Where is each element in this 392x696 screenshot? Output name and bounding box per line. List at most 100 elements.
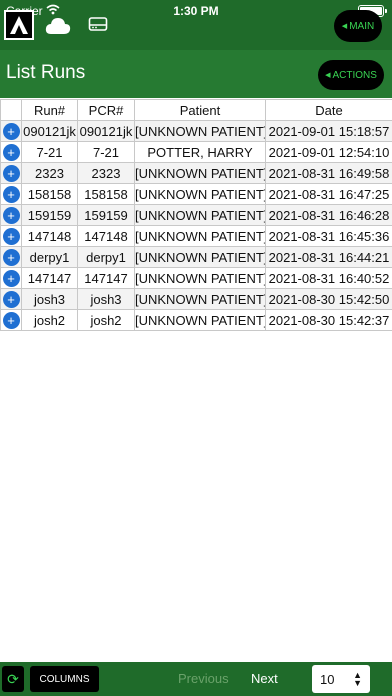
date-cell: 2021-08-31 16:46:28 xyxy=(265,204,392,226)
page-size-select[interactable]: 10 ▲ ▼ xyxy=(312,665,370,693)
previous-page-button[interactable]: Previous xyxy=(178,671,229,686)
column-header-pcr[interactable]: PCR# xyxy=(77,99,135,121)
run-cell: 159159 xyxy=(21,204,78,226)
actions-button-label: ACTIONS xyxy=(332,69,377,81)
patient-cell: [UNKNOWN PATIENT] xyxy=(134,225,266,247)
refresh-icon: ⟳ xyxy=(7,670,19,687)
expand-plus-icon[interactable]: + xyxy=(2,290,20,308)
patient-cell: [UNKNOWN PATIENT] xyxy=(134,162,266,184)
patient-cell: POTTER, HARRY xyxy=(134,141,266,163)
column-header-patient[interactable]: Patient xyxy=(134,99,266,121)
run-cell: 147148 xyxy=(21,225,78,247)
table-row[interactable]: + 147147 147147 [UNKNOWN PATIENT] 2021-0… xyxy=(0,267,392,289)
expand-plus-icon[interactable]: + xyxy=(2,143,20,161)
pcr-cell: 7-21 xyxy=(77,141,135,163)
date-cell: 2021-09-01 15:18:57 xyxy=(265,120,392,142)
table-row[interactable]: + 2323 2323 [UNKNOWN PATIENT] 2021-08-31… xyxy=(0,162,392,184)
columns-button-label: COLUMNS xyxy=(39,673,90,685)
expand-plus-icon[interactable]: + xyxy=(2,269,20,287)
runs-table-container: Run# PCR# Patient Date + 090121jk 090121… xyxy=(0,99,392,331)
cloud-sync-icon[interactable] xyxy=(44,14,72,36)
expand-plus-icon[interactable]: + xyxy=(2,122,20,140)
date-cell: 2021-08-30 15:42:50 xyxy=(265,288,392,310)
run-cell: 090121jk xyxy=(21,120,78,142)
date-cell: 2021-08-30 15:42:37 xyxy=(265,309,392,331)
run-cell: josh2 xyxy=(21,309,78,331)
patient-cell: [UNKNOWN PATIENT] xyxy=(134,267,266,289)
patient-cell: [UNKNOWN PATIENT] xyxy=(134,288,266,310)
run-cell: derpy1 xyxy=(21,246,78,268)
date-cell: 2021-08-31 16:40:52 xyxy=(265,267,392,289)
patient-cell: [UNKNOWN PATIENT] xyxy=(134,120,266,142)
pcr-cell: 158158 xyxy=(77,183,135,205)
actions-button[interactable]: ◀ ACTIONS xyxy=(318,60,384,90)
column-header-run[interactable]: Run# xyxy=(21,99,78,121)
date-cell: 2021-09-01 12:54:10 xyxy=(265,141,392,163)
expand-cell: + xyxy=(0,183,22,205)
main-button[interactable]: ◀ MAIN xyxy=(334,10,382,42)
chevron-left-icon: ◀ xyxy=(325,72,331,79)
expand-cell: + xyxy=(0,225,22,247)
table-row[interactable]: + josh2 josh2 [UNKNOWN PATIENT] 2021-08-… xyxy=(0,309,392,331)
pagination-footer: ⟳ COLUMNS Previous Next 10 ▲ ▼ xyxy=(0,662,392,696)
next-page-button[interactable]: Next xyxy=(251,671,278,686)
patient-cell: [UNKNOWN PATIENT] xyxy=(134,204,266,226)
pcr-cell: josh2 xyxy=(77,309,135,331)
table-row[interactable]: + 159159 159159 [UNKNOWN PATIENT] 2021-0… xyxy=(0,204,392,226)
table-header-row: Run# PCR# Patient Date xyxy=(0,99,392,121)
expand-cell: + xyxy=(0,246,22,268)
pcr-cell: derpy1 xyxy=(77,246,135,268)
pcr-cell: 090121jk xyxy=(77,120,135,142)
refresh-button[interactable]: ⟳ xyxy=(2,666,24,692)
date-cell: 2021-08-31 16:49:58 xyxy=(265,162,392,184)
expand-plus-icon[interactable]: + xyxy=(2,185,20,203)
run-cell: 7-21 xyxy=(21,141,78,163)
table-row[interactable]: + derpy1 derpy1 [UNKNOWN PATIENT] 2021-0… xyxy=(0,246,392,268)
table-row[interactable]: + 158158 158158 [UNKNOWN PATIENT] 2021-0… xyxy=(0,183,392,205)
app-logo-icon[interactable] xyxy=(4,10,34,40)
expand-cell: + xyxy=(0,267,22,289)
expand-cell: + xyxy=(0,204,22,226)
expand-plus-icon[interactable]: + xyxy=(2,227,20,245)
columns-button[interactable]: COLUMNS xyxy=(30,666,99,692)
table-row[interactable]: + 090121jk 090121jk [UNKNOWN PATIENT] 20… xyxy=(0,120,392,142)
table-row[interactable]: + 147148 147148 [UNKNOWN PATIENT] 2021-0… xyxy=(0,225,392,247)
page-size-value: 10 xyxy=(320,671,335,687)
run-cell: 147147 xyxy=(21,267,78,289)
drive-icon[interactable] xyxy=(88,16,108,32)
run-cell: josh3 xyxy=(21,288,78,310)
table-row[interactable]: + 7-21 7-21 POTTER, HARRY 2021-09-01 12:… xyxy=(0,141,392,163)
date-cell: 2021-08-31 16:47:25 xyxy=(265,183,392,205)
run-cell: 2323 xyxy=(21,162,78,184)
expand-cell: + xyxy=(0,120,22,142)
run-cell: 158158 xyxy=(21,183,78,205)
expand-cell: + xyxy=(0,288,22,310)
pcr-cell: 147147 xyxy=(77,267,135,289)
select-arrows-icon: ▲ ▼ xyxy=(353,670,362,688)
runs-table: Run# PCR# Patient Date + 090121jk 090121… xyxy=(0,99,392,331)
page-title: List Runs xyxy=(6,62,86,83)
table-row[interactable]: + josh3 josh3 [UNKNOWN PATIENT] 2021-08-… xyxy=(0,288,392,310)
patient-cell: [UNKNOWN PATIENT] xyxy=(134,246,266,268)
top-bar: Carrier 1:30 PM ◀ MAIN xyxy=(0,0,392,50)
column-header-date[interactable]: Date xyxy=(265,99,392,121)
expand-plus-icon[interactable]: + xyxy=(2,206,20,224)
pcr-cell: josh3 xyxy=(77,288,135,310)
expand-cell: + xyxy=(0,309,22,331)
pcr-cell: 147148 xyxy=(77,225,135,247)
date-cell: 2021-08-31 16:45:36 xyxy=(265,225,392,247)
date-cell: 2021-08-31 16:44:21 xyxy=(265,246,392,268)
expand-cell: + xyxy=(0,141,22,163)
expand-cell: + xyxy=(0,162,22,184)
chevron-left-icon: ◀ xyxy=(341,23,348,30)
patient-cell: [UNKNOWN PATIENT] xyxy=(134,309,266,331)
expand-plus-icon[interactable]: + xyxy=(2,248,20,266)
pcr-cell: 2323 xyxy=(77,162,135,184)
page-header: List Runs ◀ ACTIONS xyxy=(0,50,392,98)
column-header-expand xyxy=(0,99,22,121)
main-button-label: MAIN xyxy=(349,20,375,32)
expand-plus-icon[interactable]: + xyxy=(2,311,20,329)
expand-plus-icon[interactable]: + xyxy=(2,164,20,182)
patient-cell: [UNKNOWN PATIENT] xyxy=(134,183,266,205)
pcr-cell: 159159 xyxy=(77,204,135,226)
